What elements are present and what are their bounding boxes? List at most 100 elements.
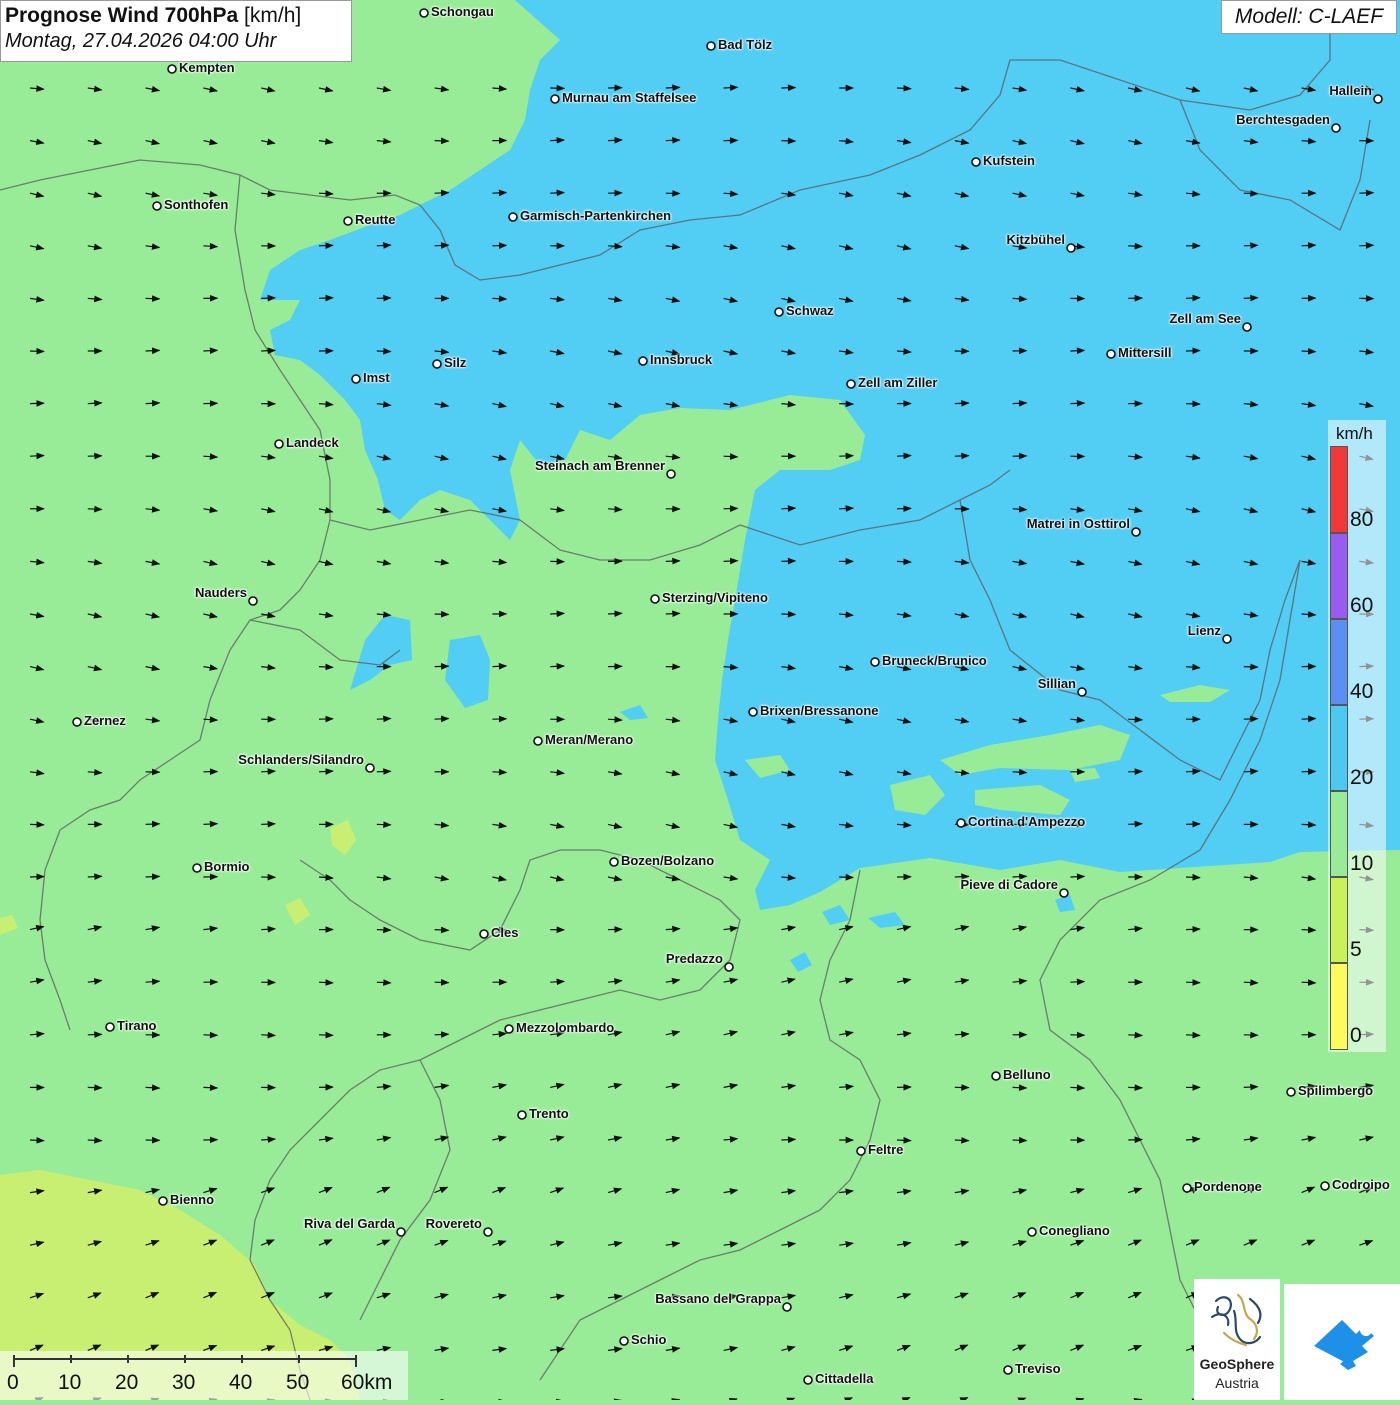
city-marker [1243,323,1251,331]
wind-arrow [377,930,391,931]
wind-arrow [319,667,333,668]
legend-segment-5 [1330,877,1348,963]
wind-arrow [608,140,622,141]
wind-arrow [1244,719,1258,720]
wind-arrow [377,298,391,299]
wind-arrow [146,876,160,877]
title-box: Prognose Wind 700hPa [km/h] Montag, 27.0… [0,0,352,62]
wind-arrow [1128,246,1142,247]
wind-arrow [1244,982,1258,983]
wind-arrow [1302,930,1316,931]
wind-arrow [319,298,333,299]
legend-tick: 10 [1350,852,1373,876]
wind-arrow [88,1087,102,1088]
wind-arrow [261,298,275,299]
city-marker [651,595,659,603]
wind-arrow [1244,667,1258,668]
city-label: Zell am Ziller [858,375,937,390]
city-label: Nauders [195,585,247,600]
wind-arrow [261,350,275,351]
legend-tick: 0 [1350,1024,1362,1048]
city-label: Kufstein [983,153,1035,168]
city-marker [509,213,517,221]
wind-arrow [1302,982,1316,983]
city-label: Feltre [868,1142,903,1157]
scale-label: 40 [229,1371,252,1395]
wind-arrow [666,140,680,141]
city-label: Bienno [170,1192,214,1207]
geosphere-country: Austria [1194,1375,1280,1391]
wind-arrow [377,982,391,983]
wind-arrow [839,456,853,457]
wind-arrow [1302,824,1316,825]
city-label: Schlanders/Silandro [238,752,364,767]
city-marker [1004,1366,1012,1374]
city-marker [749,708,757,716]
city-label: Trento [529,1106,569,1121]
wind-arrow [955,1140,969,1141]
city-label: Garmisch-Partenkirchen [520,208,671,223]
city-marker [534,737,542,745]
city-marker [667,470,675,478]
wind-arrow [955,456,969,457]
scale-label: 50 [286,1371,309,1395]
wind-arrow [319,193,333,194]
app-logo[interactable] [1284,1284,1400,1400]
city-marker [433,360,441,368]
wind-arrow [492,298,506,299]
city-marker [707,42,715,50]
wind-arrow [1244,245,1258,246]
wind-arrow [435,245,449,246]
wind-arrow [666,613,680,614]
scale-label: 10 [58,1371,81,1395]
legend-tick: 40 [1350,680,1373,704]
city-marker [1078,688,1086,696]
city-label: Cles [491,925,518,940]
wind-arrow [261,929,275,930]
wind-arrow [203,1087,217,1088]
scale-label: 30 [172,1371,195,1395]
wind-arrow [435,1034,449,1035]
wind-arrow [666,87,680,88]
wind-arrow [30,456,44,457]
wind-arrow [1186,877,1200,878]
wind-arrow [897,1140,911,1141]
wind-arrow [550,613,564,614]
city-label: Predazzo [666,951,723,966]
geosphere-logo[interactable]: GeoSphere Austria [1194,1279,1280,1400]
city-label: Belluno [1003,1067,1051,1082]
city-label: Berchtesgaden [1236,112,1330,127]
wind-arrow [839,508,853,509]
wind-arrow [1128,1035,1142,1036]
wind-arrow [1186,982,1200,983]
city-label: Spilimbergo [1298,1083,1373,1098]
wind-arrow [1070,982,1084,983]
wind-arrow [1070,1087,1084,1088]
wind-arrow [319,771,333,772]
city-marker [847,380,855,388]
legend-tick: 60 [1350,594,1373,618]
city-marker [193,864,201,872]
city-label: Bruneck/Brunico [882,653,987,668]
wind-arrow [88,509,102,510]
wind-arrow [1359,245,1373,246]
city-label: Hallein [1329,83,1372,98]
city-label: Bozen/Bolzano [621,853,714,868]
model-label: Modell: C-LAEF [1221,0,1397,34]
wind-arrow [492,772,506,773]
wind-arrow [435,666,449,667]
map-title: Prognose Wind 700hPa [km/h] [5,4,347,28]
city-marker [168,65,176,73]
wind-arrow [550,140,564,141]
city-marker [804,1376,812,1384]
wind-arrow [146,824,160,825]
city-label: Innsbruck [650,352,712,367]
wind-arrow [781,614,795,615]
city-marker [783,1303,791,1311]
wind-arrow [146,350,160,351]
wind-arrow [261,771,275,772]
wind-arrow [377,245,391,246]
city-marker [344,217,352,225]
wind-arrow [1013,772,1027,773]
city-label: Bad Tölz [718,37,772,52]
